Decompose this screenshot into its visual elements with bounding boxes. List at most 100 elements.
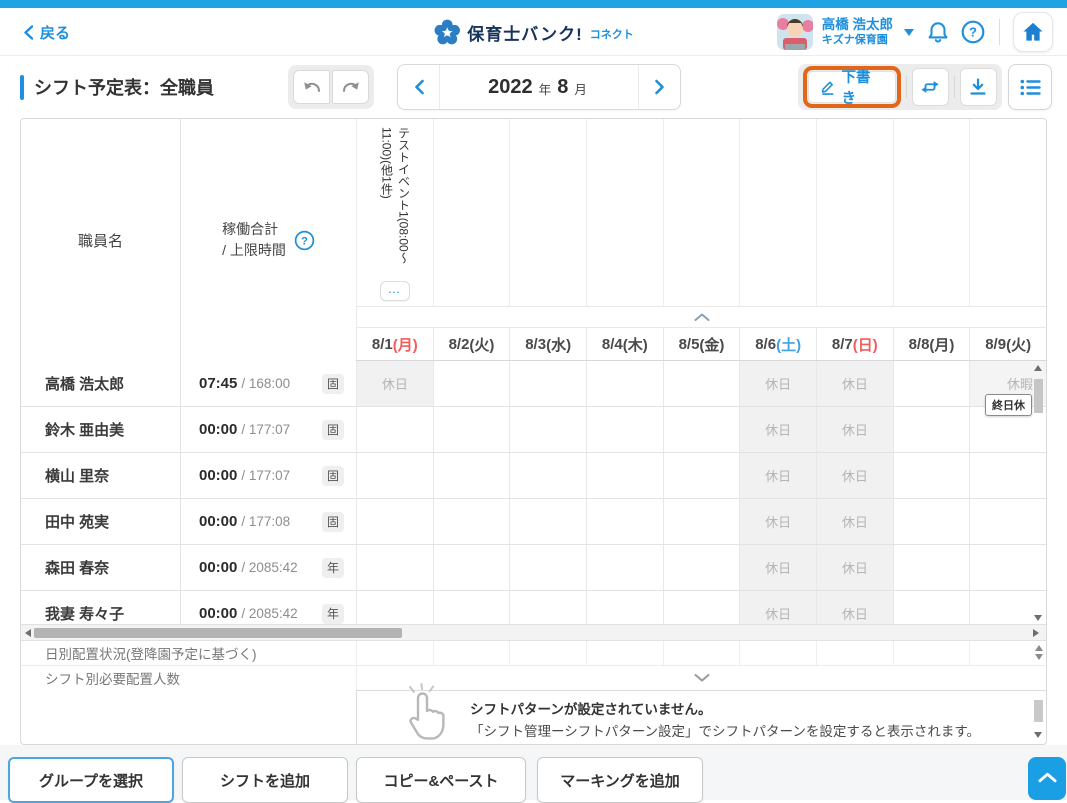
collapse-header-row[interactable]	[356, 306, 1046, 328]
shift-cell[interactable]: 休日	[739, 591, 816, 624]
shift-cell[interactable]	[586, 407, 663, 452]
shift-cell[interactable]	[586, 591, 663, 624]
shift-cell[interactable]: 休日	[816, 453, 893, 498]
mini-down-arrow[interactable]	[1035, 654, 1043, 660]
app-header: 戻る 保育士バンク! コネクト 高橋 浩太郎 キズナ保育園	[0, 8, 1067, 56]
shift-cell[interactable]	[586, 545, 663, 590]
sync-button[interactable]	[912, 68, 949, 106]
message-scroll-thumb[interactable]	[1034, 700, 1043, 722]
event-band-cell-8/8	[893, 119, 970, 306]
scroll-to-top-button[interactable]	[1028, 757, 1066, 800]
worked-hours: 07:45	[199, 375, 237, 392]
day-of-week: (水)	[546, 334, 571, 355]
shift-cell[interactable]: 休日	[739, 499, 816, 544]
shift-cell[interactable]: 休日	[816, 545, 893, 590]
user-avatar[interactable]	[777, 14, 813, 50]
scroll-left-arrow[interactable]	[25, 629, 31, 637]
horizontal-scrollbar[interactable]	[21, 624, 1046, 641]
event-band-cell-8/3	[509, 119, 586, 306]
shift-cell[interactable]	[433, 591, 510, 624]
shift-cell[interactable]	[356, 453, 433, 498]
chevron-up-icon	[1038, 772, 1057, 783]
view-list-button[interactable]	[1008, 64, 1052, 110]
shift-cell[interactable]: 休日	[816, 361, 893, 406]
horizontal-scroll-thumb[interactable]	[34, 628, 402, 638]
previous-month-button[interactable]	[398, 65, 440, 109]
select-group-button[interactable]: グループを選択	[8, 757, 174, 803]
undo-button[interactable]	[293, 70, 330, 104]
shift-cell[interactable]	[356, 545, 433, 590]
shift-cell[interactable]	[663, 453, 740, 498]
shift-cell[interactable]	[433, 361, 510, 406]
scroll-right-arrow[interactable]	[1033, 629, 1039, 637]
shift-cell[interactable]	[356, 407, 433, 452]
shift-cell[interactable]	[663, 407, 740, 452]
shift-cell[interactable]	[433, 545, 510, 590]
copy-paste-button[interactable]: コピー&ペースト	[356, 757, 526, 803]
next-month-button[interactable]	[638, 65, 680, 109]
shift-cell[interactable]	[586, 453, 663, 498]
scroll-up-arrow[interactable]	[1034, 365, 1042, 371]
mini-up-arrow[interactable]	[1035, 645, 1043, 651]
shift-cell[interactable]	[433, 453, 510, 498]
home-button[interactable]	[1013, 12, 1053, 52]
shift-cell[interactable]	[586, 499, 663, 544]
shift-cell[interactable]	[356, 499, 433, 544]
shift-cell[interactable]: 休日	[739, 453, 816, 498]
shift-cell[interactable]	[509, 361, 586, 406]
user-info[interactable]: 高橋 浩太郎 キズナ保育園	[822, 17, 893, 48]
redo-button[interactable]	[332, 70, 369, 104]
shift-cell[interactable]	[893, 453, 970, 498]
user-caret-down-icon[interactable]	[904, 29, 914, 36]
pencil-icon	[820, 79, 835, 95]
shift-cell[interactable]	[893, 361, 970, 406]
shift-cell[interactable]	[509, 499, 586, 544]
staff-name-column-header: 職員名	[21, 119, 181, 361]
notifications-bell-icon[interactable]	[925, 19, 951, 45]
shift-cell[interactable]	[893, 545, 970, 590]
help-icon[interactable]: ?	[960, 19, 986, 45]
actions-group: 下書き	[798, 64, 1002, 110]
shift-cell[interactable]: 休日	[816, 407, 893, 452]
shift-cell[interactable]	[663, 499, 740, 544]
user-organization: キズナ保育園	[822, 34, 893, 48]
shift-cell[interactable]	[356, 591, 433, 624]
message-scroll-down-arrow[interactable]	[1034, 732, 1042, 738]
shift-cell[interactable]: 休日	[739, 545, 816, 590]
shift-cell[interactable]: 休日	[739, 407, 816, 452]
shift-cell[interactable]	[509, 545, 586, 590]
contract-type-badge: 固	[322, 466, 344, 486]
expand-summary-row[interactable]	[356, 666, 1046, 690]
staff-name: 鈴木 亜由美	[21, 407, 181, 452]
shift-cell[interactable]	[586, 361, 663, 406]
vertical-scrollbar[interactable]	[1032, 365, 1045, 621]
vertical-scroll-thumb[interactable]	[1034, 379, 1043, 413]
shift-cell[interactable]	[509, 407, 586, 452]
shift-cell[interactable]	[893, 407, 970, 452]
shift-cell[interactable]	[893, 499, 970, 544]
add-marking-button[interactable]: マーキングを追加	[537, 757, 703, 803]
shift-cell[interactable]: 休日	[816, 591, 893, 624]
shift-cell[interactable]	[663, 591, 740, 624]
shift-cell[interactable]	[433, 499, 510, 544]
toolbar: シフト予定表：全職員 2022 年 8 月	[0, 56, 1067, 118]
shift-cell[interactable]: 休日	[739, 361, 816, 406]
event-more-button[interactable]: …	[380, 281, 410, 301]
draft-button[interactable]: 下書き	[808, 71, 896, 103]
shift-cell[interactable]	[509, 453, 586, 498]
help-circle-icon[interactable]: ?	[294, 230, 315, 251]
shift-cell[interactable]: 休日	[356, 361, 433, 406]
download-button[interactable]	[960, 68, 997, 106]
mini-scroll-arrows[interactable]	[1035, 645, 1043, 660]
repeat-icon	[920, 78, 940, 96]
back-button[interactable]: 戻る	[24, 8, 70, 56]
shift-cell[interactable]	[433, 407, 510, 452]
add-shift-button[interactable]: シフトを追加	[182, 757, 348, 803]
shift-cell[interactable]: 休日	[816, 499, 893, 544]
shift-cell[interactable]	[509, 591, 586, 624]
empty-state-description: 「シフト管理ーシフトパターン設定」でシフトパターンを設定すると表示されます。	[470, 722, 1016, 741]
scroll-down-arrow[interactable]	[1034, 615, 1042, 621]
shift-cell[interactable]	[893, 591, 970, 624]
shift-cell[interactable]	[663, 361, 740, 406]
shift-cell[interactable]	[663, 545, 740, 590]
